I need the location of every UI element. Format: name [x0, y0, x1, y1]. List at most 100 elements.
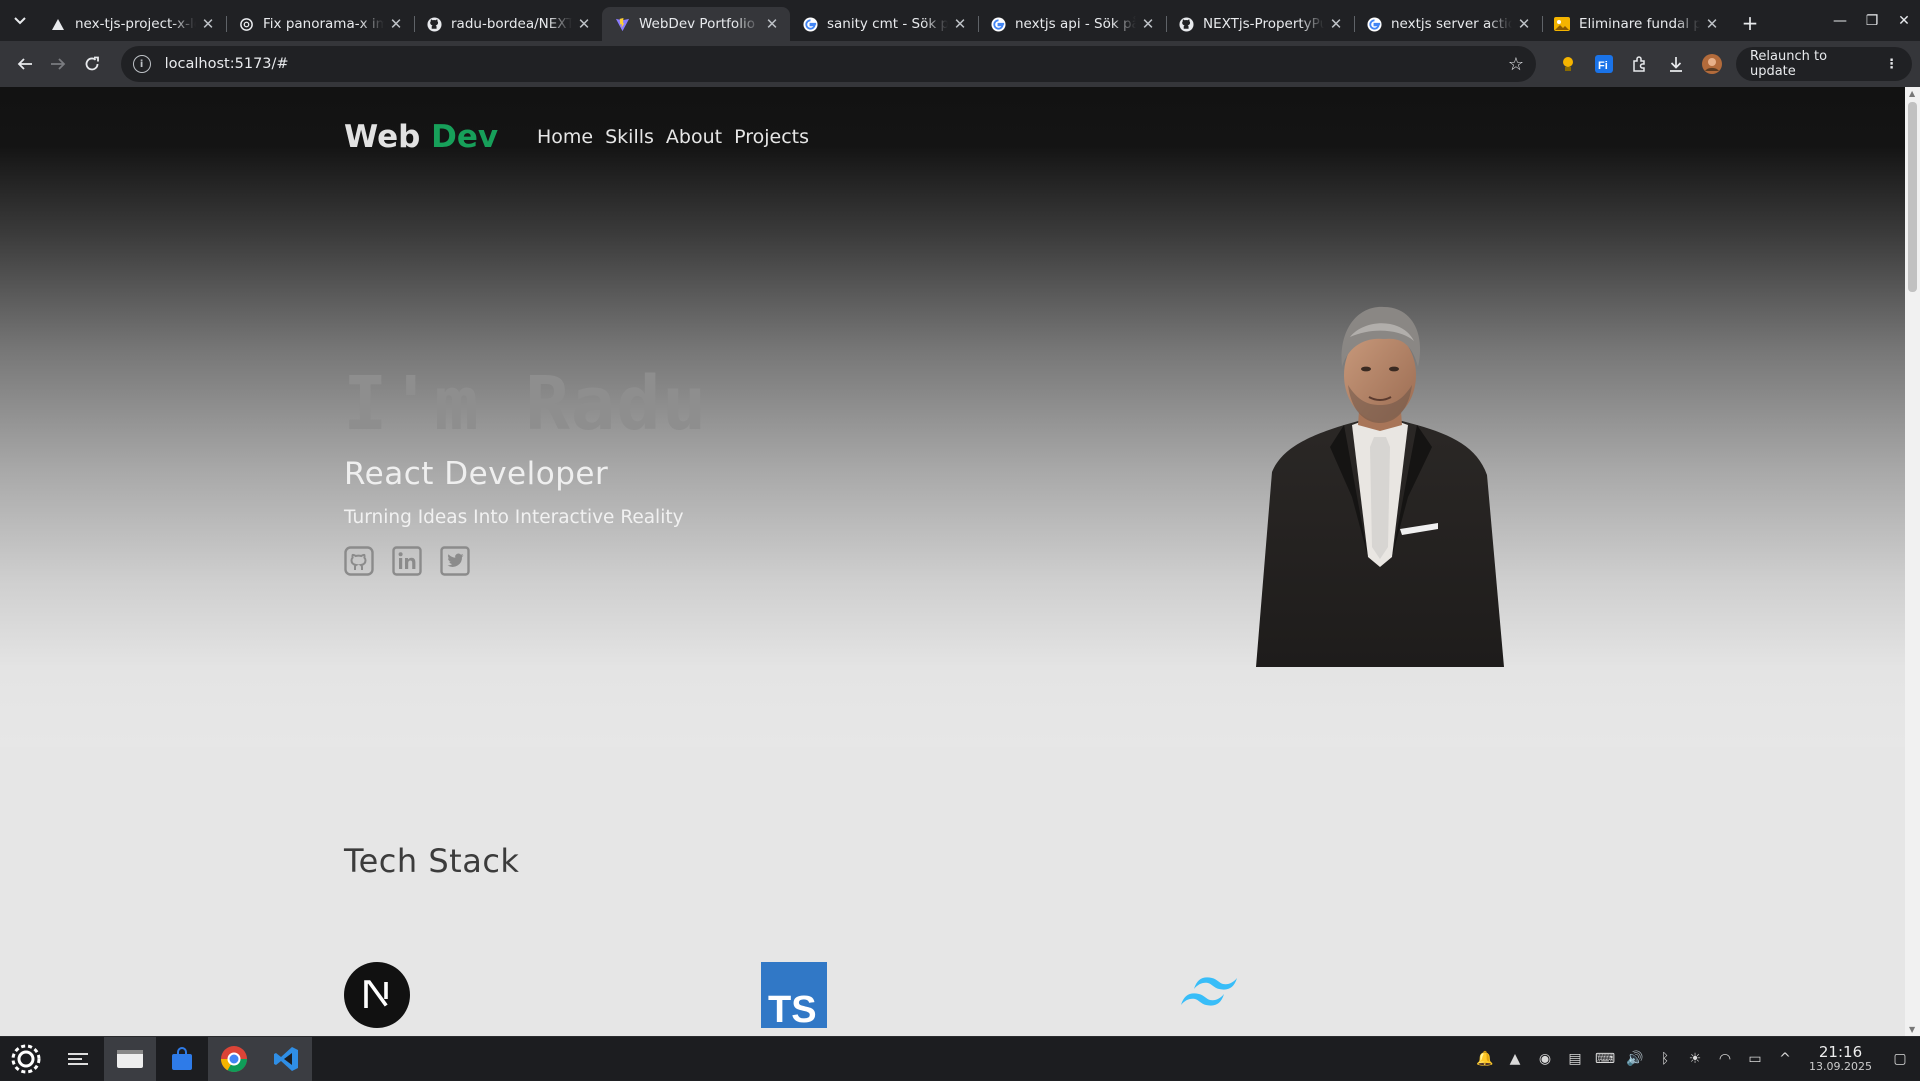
page-scrollbar[interactable]: ▲ ▼ — [1905, 87, 1920, 1036]
system-clock[interactable]: 21:16 13.09.2025 — [1809, 1042, 1872, 1072]
typescript-icon: TS — [761, 962, 827, 1031]
forward-button[interactable] — [42, 47, 76, 81]
browser-tab[interactable]: NEXTjs-PropertyPulse ✕ — [1166, 7, 1354, 41]
address-bar[interactable]: i localhost:5173/# ☆ — [120, 46, 1536, 82]
extensions-puzzle-icon[interactable] — [1622, 46, 1658, 82]
tab-title: nextjs api - Sök på Google — [1015, 16, 1136, 32]
url-text[interactable]: localhost:5173/# — [165, 56, 1508, 72]
tab-title: Fix panorama-x image — [263, 16, 384, 32]
brand-accent: Dev — [431, 119, 499, 155]
chrome-icon — [220, 1045, 248, 1072]
browser-tab[interactable]: Eliminare fundal poze ✕ — [1542, 7, 1730, 41]
file-manager-button[interactable] — [104, 1036, 156, 1081]
browser-tab-active[interactable]: WebDev Portfolio ✕ — [602, 7, 790, 41]
chrome-app-button[interactable] — [208, 1036, 260, 1081]
extension-lamp-icon[interactable] — [1550, 46, 1586, 82]
hero-section — [0, 87, 1905, 747]
brand-main: Web — [344, 119, 421, 155]
kebab-menu-icon[interactable]: ⋮ — [1885, 57, 1898, 72]
site-nav: Home Skills About Projects — [537, 126, 809, 148]
store-app-button[interactable] — [156, 1037, 208, 1081]
close-tab-icon[interactable]: ✕ — [1704, 15, 1720, 33]
photo-icon — [1554, 16, 1570, 32]
close-tab-icon[interactable]: ✕ — [1516, 15, 1532, 33]
browser-tab[interactable]: sanity cmt - Sök på Google ✕ — [790, 7, 978, 41]
tab-title: NEXTjs-PropertyPulse — [1203, 16, 1324, 32]
page-viewport: Web Dev Home Skills About Projects I'm R… — [0, 87, 1905, 1036]
scroll-up-icon[interactable]: ▲ — [1909, 89, 1915, 98]
reload-button[interactable] — [75, 47, 109, 81]
profile-avatar[interactable] — [1694, 46, 1730, 82]
battery-icon[interactable]: ▭ — [1743, 1047, 1767, 1071]
browser-tab[interactable]: nex-tjs-project-x-lol ✕ — [38, 7, 226, 41]
close-tab-icon[interactable]: ✕ — [576, 15, 592, 33]
browser-tab[interactable]: nextjs api - Sök på Google ✕ — [978, 7, 1166, 41]
close-tab-icon[interactable]: ✕ — [1328, 15, 1344, 33]
tab-search-button[interactable] — [6, 7, 34, 35]
close-tab-icon[interactable]: ✕ — [200, 15, 216, 33]
nextjs-icon — [344, 962, 410, 1028]
browser-tab[interactable]: nextjs server actions ✕ — [1354, 7, 1542, 41]
brightness-icon[interactable]: ☀ — [1683, 1047, 1707, 1071]
hero-role: React Developer — [344, 456, 609, 492]
notifications-bell-icon[interactable]: 🔔 — [1473, 1047, 1497, 1071]
openai-icon — [238, 16, 254, 32]
nav-link-skills[interactable]: Skills — [605, 126, 654, 148]
arch-update-icon[interactable]: ▲ — [1503, 1047, 1527, 1071]
github-icon[interactable] — [344, 546, 374, 576]
system-tray: 🔔 ▲ ◉ ▤ ⌨ 🔊 ᛒ ☀ ◠ ▭ ^ 21:16 13.09.2025 ▢ — [1473, 1037, 1920, 1081]
task-manager-button[interactable] — [52, 1037, 104, 1081]
bookmark-star-icon[interactable]: ☆ — [1508, 54, 1524, 75]
relaunch-to-update-button[interactable]: Relaunch to update ⋮ — [1735, 47, 1912, 81]
google-icon — [1366, 16, 1382, 32]
tab-title: Eliminare fundal poze — [1579, 16, 1700, 32]
window-controls: — ❐ ✕ — [1824, 0, 1920, 41]
browser-tab[interactable]: radu-bordea/NEXTjs ✕ — [414, 7, 602, 41]
browser-tab[interactable]: Fix panorama-x image ✕ — [226, 7, 414, 41]
start-menu-button[interactable] — [0, 1037, 52, 1081]
keyboard-icon[interactable]: ⌨ — [1593, 1047, 1617, 1071]
google-icon — [990, 16, 1006, 32]
twitter-icon[interactable] — [440, 546, 470, 576]
download-icon[interactable] — [1658, 46, 1694, 82]
linkedin-icon[interactable] — [392, 546, 422, 576]
os-taskbar: 🔔 ▲ ◉ ▤ ⌨ 🔊 ᛒ ☀ ◠ ▭ ^ 21:16 13.09.2025 ▢ — [0, 1036, 1920, 1081]
close-tab-icon[interactable]: ✕ — [1140, 15, 1156, 33]
developer-portrait — [1252, 297, 1509, 667]
nav-link-projects[interactable]: Projects — [734, 126, 809, 148]
chevron-up-icon[interactable]: ^ — [1773, 1047, 1797, 1071]
extension-fi-icon[interactable]: Fi — [1586, 46, 1622, 82]
clock-time: 21:16 — [1818, 1042, 1863, 1061]
nav-link-about[interactable]: About — [666, 126, 722, 148]
scroll-down-icon[interactable]: ▼ — [1909, 1025, 1915, 1034]
close-tab-icon[interactable]: ✕ — [388, 15, 404, 33]
window-icon — [117, 1049, 143, 1068]
vpn-shield-icon[interactable]: ◉ — [1533, 1047, 1557, 1071]
minimize-icon[interactable]: — — [1824, 13, 1856, 29]
wifi-icon[interactable]: ◠ — [1713, 1047, 1737, 1071]
reload-icon — [85, 56, 99, 71]
volume-icon[interactable]: 🔊 — [1623, 1047, 1647, 1071]
vscode-app-button[interactable] — [260, 1036, 312, 1081]
restore-icon[interactable]: ❐ — [1856, 13, 1888, 29]
site-info-icon[interactable]: i — [132, 55, 151, 73]
close-window-icon[interactable]: ✕ — [1888, 13, 1920, 29]
tailwind-icon — [1176, 962, 1242, 1028]
back-button[interactable] — [8, 47, 42, 81]
hero-headline: I'm Radu — [343, 361, 708, 447]
new-tab-button[interactable]: + — [1736, 9, 1764, 37]
arrow-right-icon — [51, 58, 66, 70]
hero-tagline: Turning Ideas Into Interactive Reality — [344, 507, 684, 528]
clipboard-icon[interactable]: ▤ — [1563, 1047, 1587, 1071]
shopping-bag-icon — [172, 1046, 192, 1070]
site-logo[interactable]: Web Dev — [344, 119, 498, 155]
tab-title: sanity cmt - Sök på Google — [827, 16, 948, 32]
close-tab-icon[interactable]: ✕ — [764, 15, 780, 33]
browser-toolbar: i localhost:5173/# ☆ Fi Relaunch to upda… — [0, 41, 1920, 87]
scrollbar-thumb[interactable] — [1908, 102, 1917, 292]
nav-link-home[interactable]: Home — [537, 126, 593, 148]
tab-title: nextjs server actions — [1391, 16, 1512, 32]
close-tab-icon[interactable]: ✕ — [952, 15, 968, 33]
bluetooth-icon[interactable]: ᛒ — [1653, 1047, 1677, 1071]
show-desktop-icon[interactable]: ▢ — [1888, 1047, 1912, 1071]
